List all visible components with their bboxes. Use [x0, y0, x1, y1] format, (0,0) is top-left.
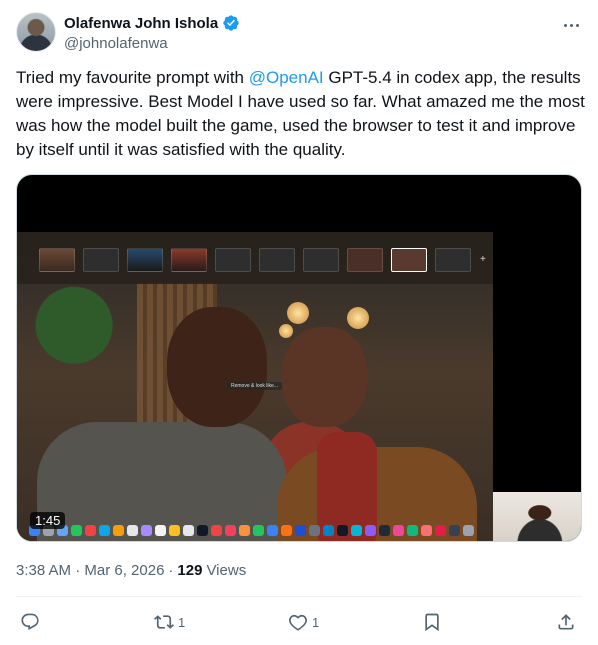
tweet-timestamp[interactable]: 3:38 AM · Mar 6, 2026	[16, 562, 164, 579]
dock-app-icon[interactable]	[197, 524, 208, 536]
on-screen-label: Remove & look like...	[227, 382, 282, 390]
thumbnail[interactable]	[303, 248, 339, 272]
thumbnail[interactable]	[259, 248, 295, 272]
thumbnail[interactable]	[171, 248, 207, 272]
person-face	[167, 307, 267, 427]
dock-app-icon[interactable]	[127, 524, 138, 536]
author-name-row: Olafenwa John Ishola	[64, 14, 240, 32]
retweet-icon	[154, 615, 174, 629]
like-count: 1	[312, 614, 320, 630]
dock-app-icon[interactable]	[463, 524, 474, 536]
bookmark-button[interactable]	[422, 608, 442, 636]
reply-icon	[21, 613, 39, 631]
dock-app-icon[interactable]	[239, 524, 250, 536]
dock-app-icon[interactable]	[337, 524, 348, 536]
thumbnail[interactable]	[391, 248, 427, 272]
webcam-pip	[493, 492, 581, 541]
author-avatar[interactable]	[16, 12, 56, 52]
thumbnail[interactable]	[127, 248, 163, 272]
dock-app-icon[interactable]	[225, 524, 236, 536]
reply-button[interactable]	[20, 608, 44, 636]
author-name[interactable]: Olafenwa John Ishola	[64, 15, 218, 32]
thumbnail[interactable]	[39, 248, 75, 272]
dock-app-icon[interactable]	[421, 524, 432, 536]
retweet-count: 1	[178, 614, 186, 630]
dock-app-icon[interactable]	[351, 524, 362, 536]
dock-app-icon[interactable]	[323, 524, 334, 536]
photo-thumbnail-strip: +	[17, 232, 493, 284]
dock-app-icon[interactable]	[281, 524, 292, 536]
dock-app-icon[interactable]	[253, 524, 264, 536]
lamp	[279, 324, 293, 338]
dock-app-icon[interactable]	[85, 524, 96, 536]
add-thumbnail-icon[interactable]: +	[480, 254, 486, 265]
dock-app-icon[interactable]	[71, 524, 82, 536]
tweet-video[interactable]: Remove & look like... + 1:45	[16, 174, 582, 542]
verified-badge-icon	[223, 15, 239, 31]
share-button[interactable]	[556, 608, 576, 636]
author-handle[interactable]: @johnolafenwa	[64, 35, 168, 52]
dock-app-icon[interactable]	[365, 524, 376, 536]
views-count: 129	[177, 562, 203, 579]
thumbnail[interactable]	[83, 248, 119, 272]
dock-app-icon[interactable]	[211, 524, 222, 536]
lamp	[287, 302, 309, 324]
dock-app-icon[interactable]	[267, 524, 278, 536]
thumbnail[interactable]	[347, 248, 383, 272]
retweet-button[interactable]: 1	[154, 608, 185, 636]
tweet-header: Olafenwa John Ishola @johnolafenwa	[16, 12, 582, 54]
bookmark-icon	[425, 613, 439, 632]
dock-app-icon[interactable]	[141, 524, 152, 536]
tweet-actions: 1 1	[16, 608, 582, 636]
thumbnail[interactable]	[215, 248, 251, 272]
dock-app-icon[interactable]	[155, 524, 166, 536]
dock-app-icon[interactable]	[113, 524, 124, 536]
thumbnail[interactable]	[435, 248, 471, 272]
dock-app-icon[interactable]	[309, 524, 320, 536]
person-face	[282, 327, 367, 427]
dock-app-icon[interactable]	[169, 524, 180, 536]
app-dock	[29, 523, 489, 537]
heart-icon	[289, 614, 307, 631]
dock-app-icon[interactable]	[183, 524, 194, 536]
dock-app-icon[interactable]	[393, 524, 404, 536]
tweet-text: Tried my favourite prompt with @OpenAI G…	[16, 66, 586, 162]
dock-app-icon[interactable]	[379, 524, 390, 536]
divider	[16, 596, 582, 597]
meta-separator: ·	[168, 562, 174, 579]
share-icon	[558, 614, 574, 630]
dock-app-icon[interactable]	[449, 524, 460, 536]
dock-app-icon[interactable]	[435, 524, 446, 536]
video-time-badge: 1:45	[30, 512, 66, 529]
dock-app-icon[interactable]	[295, 524, 306, 536]
dock-app-icon[interactable]	[99, 524, 110, 536]
lamp	[347, 307, 369, 329]
views-label: Views	[206, 562, 247, 579]
more-options-icon[interactable]	[560, 16, 582, 34]
tweet-text-part: Tried my favourite prompt with	[16, 68, 249, 87]
like-button[interactable]: 1	[288, 608, 319, 636]
dock-app-icon[interactable]	[407, 524, 418, 536]
mention-link[interactable]: @OpenAI	[249, 68, 324, 87]
tweet-meta: 3:38 AM · Mar 6, 2026 · 129 Views	[16, 562, 246, 579]
